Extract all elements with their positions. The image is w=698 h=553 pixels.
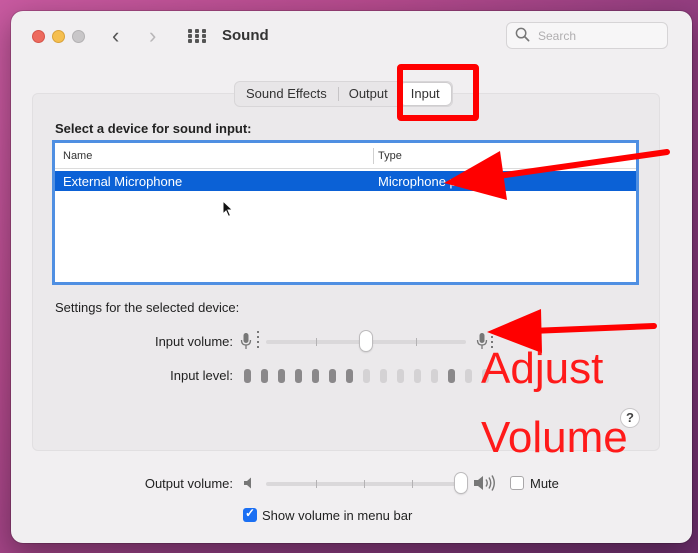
- show-all-grid-icon[interactable]: [188, 29, 206, 43]
- volume-min-marker: [257, 331, 259, 351]
- input-level-label: Input level:: [170, 368, 233, 383]
- output-volume-knob[interactable]: [455, 473, 467, 493]
- speaker-low-icon: [244, 477, 251, 489]
- level-bar: [295, 369, 302, 383]
- search-field[interactable]: Search: [506, 22, 668, 49]
- level-bar: [397, 369, 404, 383]
- column-header-name[interactable]: Name: [63, 150, 92, 162]
- level-bar: [431, 369, 438, 383]
- level-bar: [448, 369, 455, 383]
- search-placeholder: Search: [538, 29, 577, 43]
- table-row[interactable]: External Microphone Microphone port: [55, 171, 636, 191]
- input-volume-knob[interactable]: [360, 331, 372, 351]
- annotation-highlight-box: [397, 64, 479, 121]
- slider-tick: [316, 338, 317, 346]
- slider-tick: [412, 480, 413, 488]
- slider-tick: [364, 480, 365, 488]
- level-bar: [312, 369, 319, 383]
- speaker-high-icon: [474, 475, 495, 491]
- level-bar: [261, 369, 268, 383]
- zoom-window-button[interactable]: [72, 30, 85, 43]
- settings-title: Settings for the selected device:: [55, 300, 240, 315]
- slider-tick: [416, 338, 417, 346]
- search-icon: [515, 27, 530, 42]
- device-name: External Microphone: [63, 174, 183, 189]
- level-bar: [278, 369, 285, 383]
- device-type: Microphone port: [378, 174, 472, 189]
- titlebar: ‹ › Sound Search: [11, 11, 692, 61]
- mouse-pointer-icon: [222, 200, 234, 218]
- annotation-text-line2: Volume: [481, 413, 628, 462]
- minimize-window-button[interactable]: [52, 30, 65, 43]
- column-divider: [373, 148, 374, 164]
- slider-tick: [316, 480, 317, 488]
- table-header: Name Type: [55, 143, 636, 169]
- show-volume-label[interactable]: Show volume in menu bar: [262, 508, 412, 523]
- sound-preferences-window: ‹ › Sound Search Sound Effects Output In…: [11, 11, 692, 543]
- column-header-type[interactable]: Type: [378, 150, 402, 162]
- level-bar: [329, 369, 336, 383]
- level-bar: [414, 369, 421, 383]
- tab-output[interactable]: Output: [337, 82, 399, 106]
- mute-label[interactable]: Mute: [530, 476, 559, 491]
- forward-chevron-icon[interactable]: ›: [149, 23, 156, 49]
- tab-sound-effects[interactable]: Sound Effects: [235, 82, 338, 106]
- level-bar: [363, 369, 370, 383]
- input-device-table[interactable]: Name Type External Microphone Microphone…: [52, 140, 639, 285]
- level-bar: [244, 369, 251, 383]
- annotation-text-line1: Adjust: [481, 344, 604, 393]
- device-section-title: Select a device for sound input:: [55, 121, 252, 136]
- mute-checkbox[interactable]: [510, 476, 524, 490]
- show-volume-checkbox[interactable]: [243, 506, 257, 522]
- close-window-button[interactable]: [32, 30, 45, 43]
- microphone-low-icon: [240, 333, 252, 349]
- input-volume-label: Input volume:: [154, 334, 233, 349]
- level-bar: [380, 369, 387, 383]
- level-bar: [346, 369, 353, 383]
- back-chevron-icon[interactable]: ‹: [112, 23, 119, 49]
- window-title: Sound: [222, 27, 269, 44]
- output-volume-label: Output volume:: [144, 476, 233, 491]
- level-bar: [465, 369, 472, 383]
